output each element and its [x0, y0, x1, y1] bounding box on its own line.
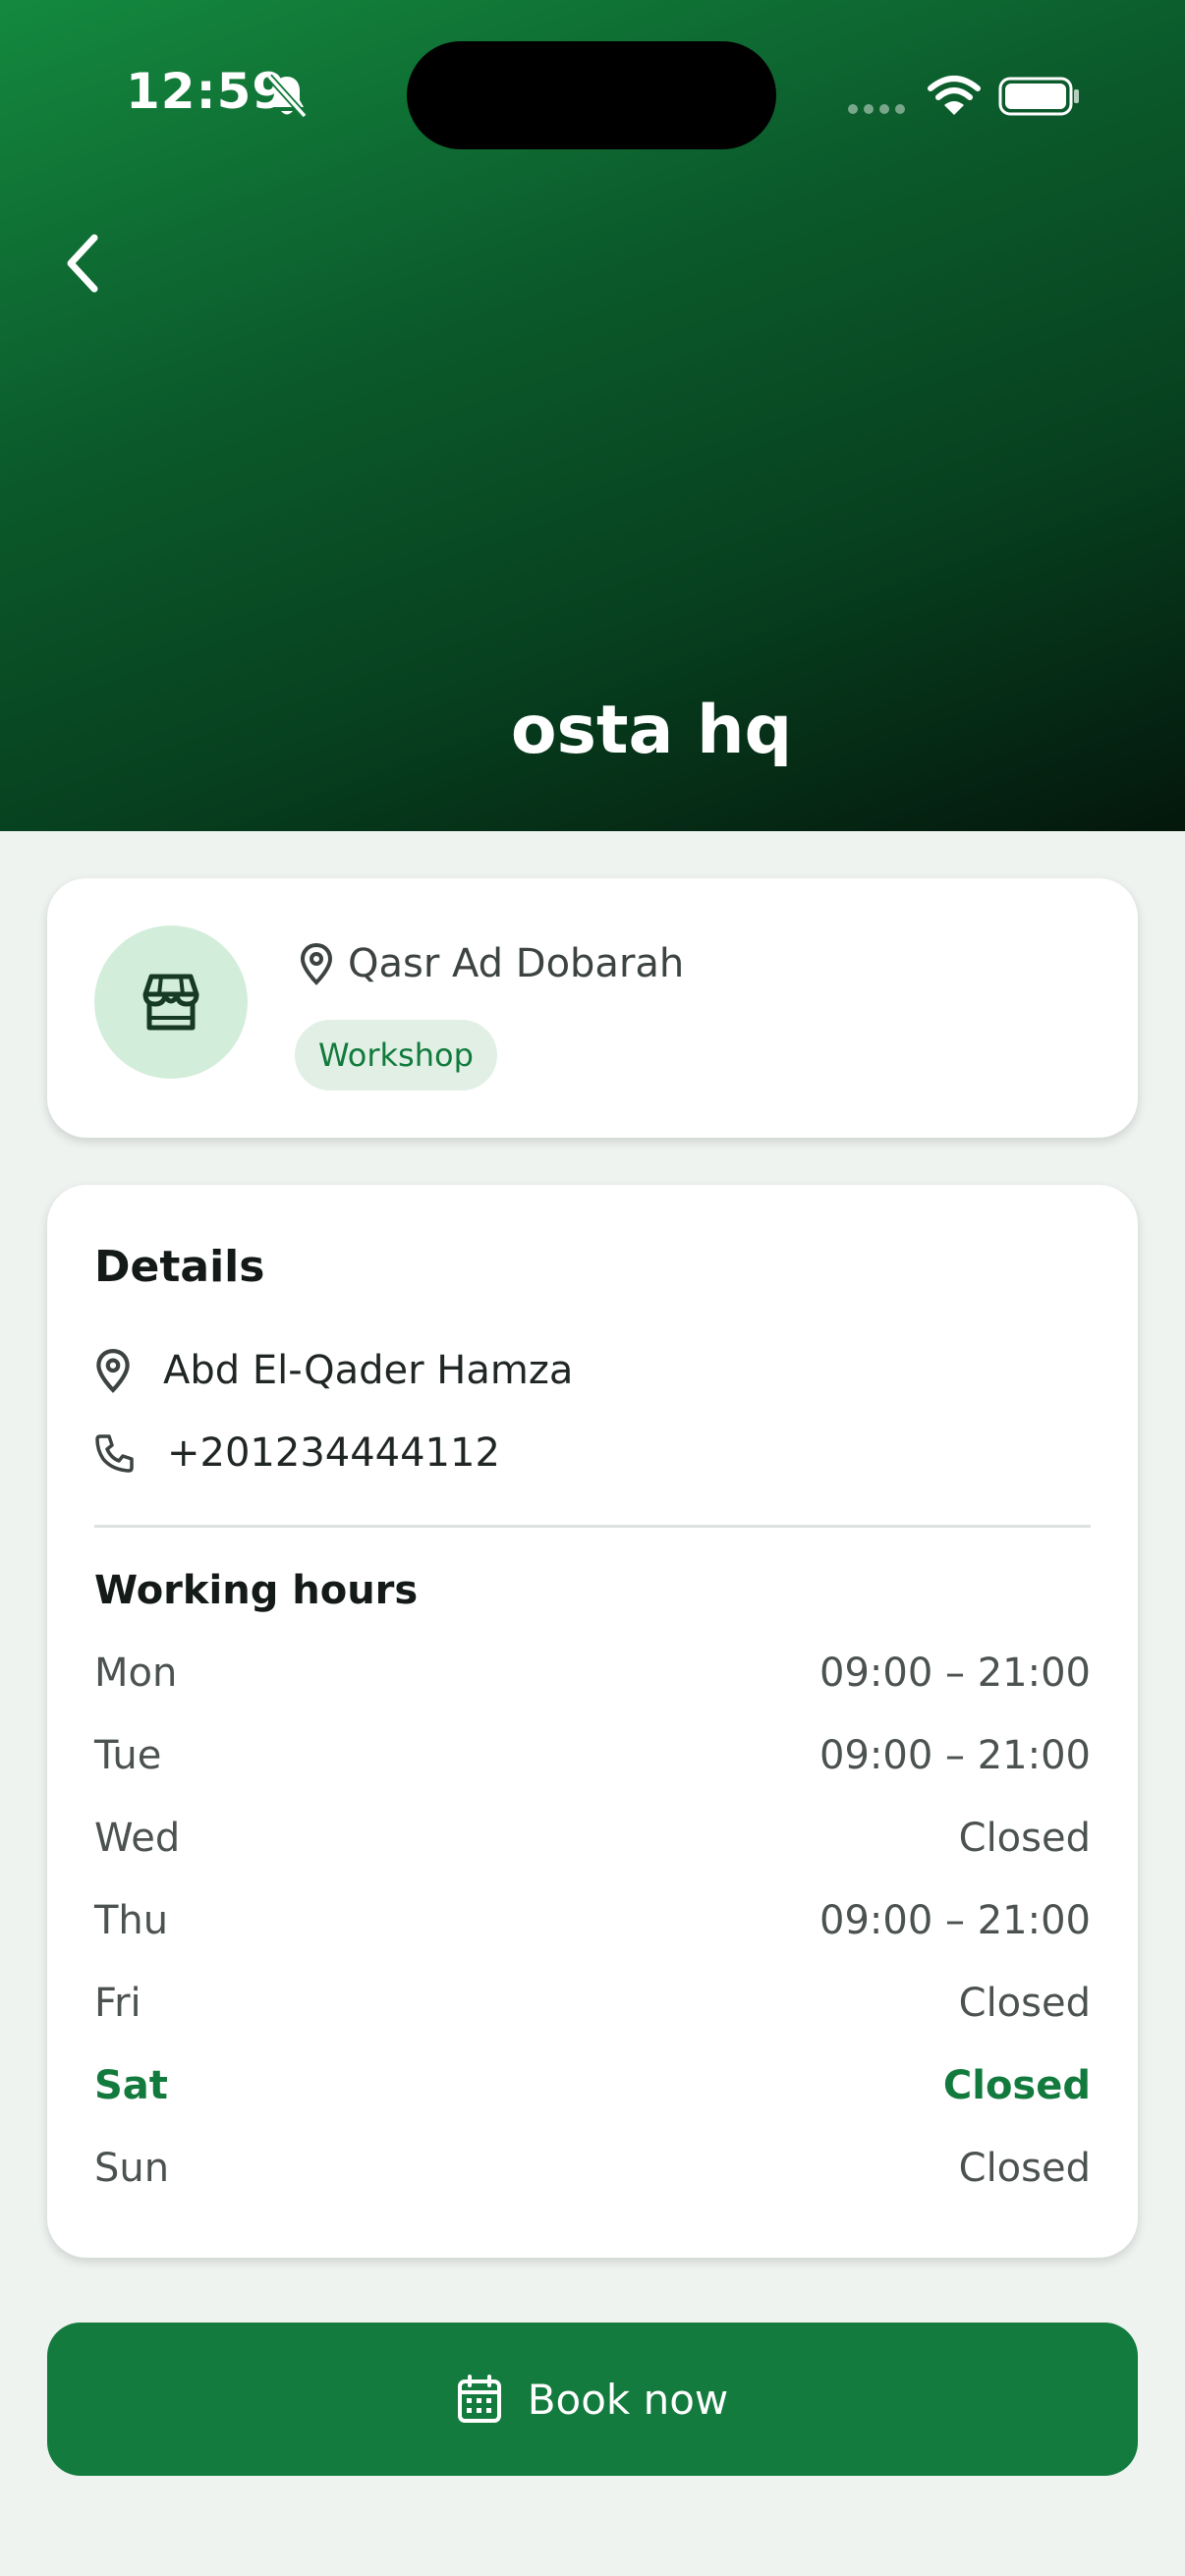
hours-row: Fri Closed	[94, 1981, 1091, 2026]
details-heading: Details	[94, 1242, 265, 1292]
workshop-summary-card: Qasr Ad Dobarah Workshop	[47, 878, 1138, 1138]
phone-row[interactable]: +201234444112	[94, 1430, 500, 1476]
phone-icon	[95, 1434, 134, 1473]
map-pin-icon	[300, 942, 333, 985]
hours-row-today: Sat Closed	[94, 2063, 1091, 2108]
back-button[interactable]	[51, 224, 120, 303]
location-line: Qasr Ad Dobarah	[299, 941, 684, 986]
details-card: Details Abd El-Qader Hamza +201234444112…	[47, 1185, 1138, 2258]
status-time: 12:59	[126, 63, 288, 120]
hours-day: Wed	[94, 1816, 181, 1861]
page-title: osta hq	[510, 692, 793, 769]
hours-day: Thu	[94, 1898, 169, 1943]
hours-time: 09:00 – 21:00	[819, 1733, 1091, 1778]
hours-time: 09:00 – 21:00	[819, 1651, 1091, 1696]
hours-day: Sat	[94, 2063, 168, 2108]
hours-day: Sun	[94, 2146, 170, 2191]
category-badge: Workshop	[295, 1020, 497, 1091]
calendar-icon	[457, 2375, 501, 2423]
hours-time: Closed	[942, 2063, 1091, 2108]
shop-avatar	[94, 925, 248, 1079]
hours-row: Wed Closed	[94, 1816, 1091, 1861]
hours-day: Tue	[94, 1733, 162, 1778]
hours-time: 09:00 – 21:00	[819, 1898, 1091, 1943]
address-text: Abd El-Qader Hamza	[163, 1348, 574, 1393]
signal-dots-icon	[848, 104, 905, 114]
hours-row: Sun Closed	[94, 2146, 1091, 2191]
working-hours-heading: Working hours	[94, 1568, 419, 1613]
header-banner: 12:59 osta hq	[0, 0, 1185, 831]
battery-icon	[998, 77, 1079, 116]
hours-row: Thu 09:00 – 21:00	[94, 1898, 1091, 1943]
storefront-icon	[142, 974, 199, 1031]
book-now-label: Book now	[527, 2375, 729, 2424]
location-text: Qasr Ad Dobarah	[348, 941, 685, 986]
hours-time: Closed	[958, 1816, 1091, 1861]
hours-row: Tue 09:00 – 21:00	[94, 1733, 1091, 1778]
map-pin-icon	[96, 1349, 130, 1393]
hours-time: Closed	[958, 2146, 1091, 2191]
address-row: Abd El-Qader Hamza	[94, 1348, 573, 1393]
dynamic-island	[407, 41, 776, 149]
phone-number[interactable]: +201234444112	[167, 1430, 500, 1476]
bell-slash-icon	[266, 74, 308, 119]
hours-day: Mon	[94, 1651, 178, 1696]
book-now-button[interactable]: Book now	[47, 2323, 1138, 2476]
hours-row: Mon 09:00 – 21:00	[94, 1651, 1091, 1696]
divider	[94, 1525, 1091, 1528]
hours-day: Fri	[94, 1981, 141, 2026]
hours-time: Closed	[958, 1981, 1091, 2026]
wifi-icon	[928, 76, 981, 115]
